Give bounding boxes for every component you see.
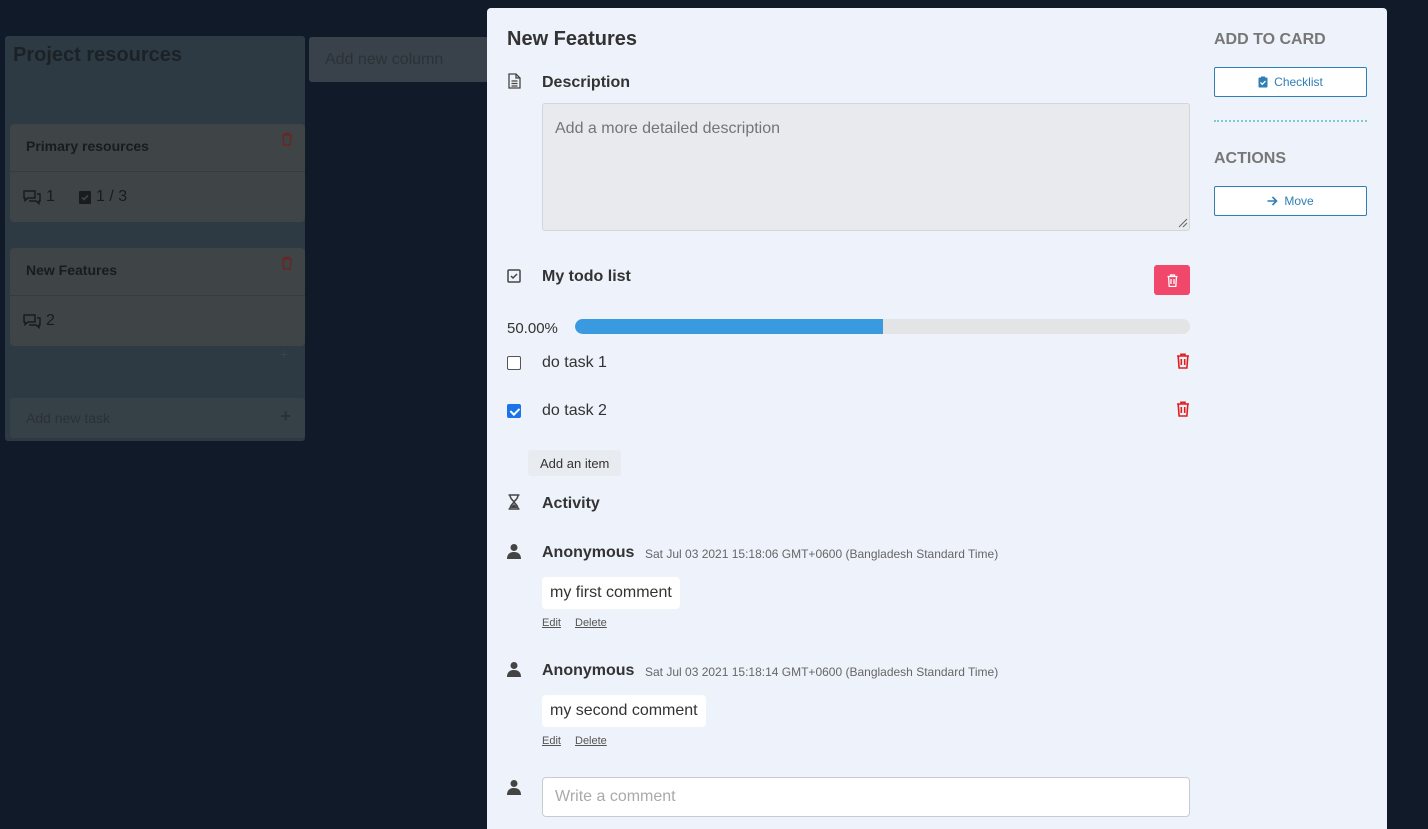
add-task-input[interactable]: Add new task + <box>10 398 305 438</box>
move-button[interactable]: Move <box>1214 186 1367 216</box>
comment-author: Anonymous <box>542 662 635 679</box>
board-column: Project resources Primary resources 1 1 … <box>5 36 305 441</box>
delete-comment-link[interactable]: Delete <box>575 735 607 747</box>
progress-percent: 50.00% <box>507 320 558 337</box>
arrow-right-icon <box>1267 196 1278 206</box>
delete-comment-link[interactable]: Delete <box>575 617 607 629</box>
task-card[interactable]: New Features 2 <box>10 248 305 346</box>
item-label[interactable]: do task 2 <box>542 402 607 420</box>
delete-checklist-button[interactable] <box>1154 265 1190 295</box>
trash-icon[interactable] <box>1176 353 1190 374</box>
description-textarea[interactable] <box>542 103 1190 231</box>
plus-icon: + <box>280 346 289 362</box>
card-title[interactable]: New Features <box>507 28 637 51</box>
comments-icon <box>23 314 41 329</box>
comment-body: my first comment <box>542 577 680 609</box>
task-card-title: Primary resources <box>26 138 149 154</box>
sidebar-divider <box>1214 120 1367 122</box>
trash-icon[interactable] <box>281 132 293 149</box>
trash-icon <box>1167 273 1177 287</box>
file-text-icon <box>507 73 521 89</box>
user-icon <box>507 661 521 677</box>
progress-bar <box>575 319 1190 334</box>
checkbox-icon <box>507 268 521 284</box>
item-checkbox[interactable] <box>507 404 521 418</box>
comment-count: 2 <box>22 312 55 330</box>
add-to-card-heading: ADD TO CARD <box>1214 31 1326 48</box>
task-card[interactable]: Primary resources 1 1 / 3 <box>10 124 305 222</box>
user-icon <box>507 543 521 559</box>
checklist-count: 1 / 3 <box>78 188 127 206</box>
item-checkbox[interactable] <box>507 356 521 370</box>
add-column-input[interactable]: Add new column <box>309 37 489 82</box>
hourglass-icon <box>507 494 521 510</box>
task-card-title: New Features <box>26 262 118 278</box>
edit-comment-link[interactable]: Edit <box>542 617 561 629</box>
item-label[interactable]: do task 1 <box>542 354 607 372</box>
checklist-item: do task 2 <box>507 399 1190 423</box>
description-heading: Description <box>542 74 631 91</box>
comment-count: 1 <box>22 188 55 206</box>
add-item-button[interactable]: Add an item <box>528 450 622 476</box>
trash-icon[interactable] <box>1176 401 1190 422</box>
comment-timestamp: Sat Jul 03 2021 15:18:14 GMT+0600 (Bangl… <box>645 665 999 679</box>
comment-body: my second comment <box>542 695 706 727</box>
user-icon <box>507 779 521 795</box>
column-title: Project resources <box>13 44 182 66</box>
comment-input[interactable] <box>542 777 1190 817</box>
plus-icon[interactable]: + <box>280 406 291 427</box>
resize-handle-icon[interactable] <box>1178 218 1188 228</box>
checklist-button[interactable]: Checklist <box>1214 67 1367 97</box>
checklist-title: My todo list <box>542 268 631 285</box>
card-detail-modal: New Features Description My todo list 50… <box>487 8 1387 829</box>
comments-icon <box>23 190 41 205</box>
actions-heading: ACTIONS <box>1214 150 1286 167</box>
trash-icon[interactable] <box>281 256 293 273</box>
clipboard-check-icon <box>1258 76 1268 88</box>
checklist-item: do task 1 <box>507 351 1190 375</box>
progress-bar-fill <box>575 319 883 334</box>
comment-author: Anonymous <box>542 544 635 561</box>
activity-heading: Activity <box>542 495 600 512</box>
edit-comment-link[interactable]: Edit <box>542 735 561 747</box>
clipboard-check-icon <box>79 191 91 204</box>
comment-timestamp: Sat Jul 03 2021 15:18:06 GMT+0600 (Bangl… <box>645 547 999 561</box>
